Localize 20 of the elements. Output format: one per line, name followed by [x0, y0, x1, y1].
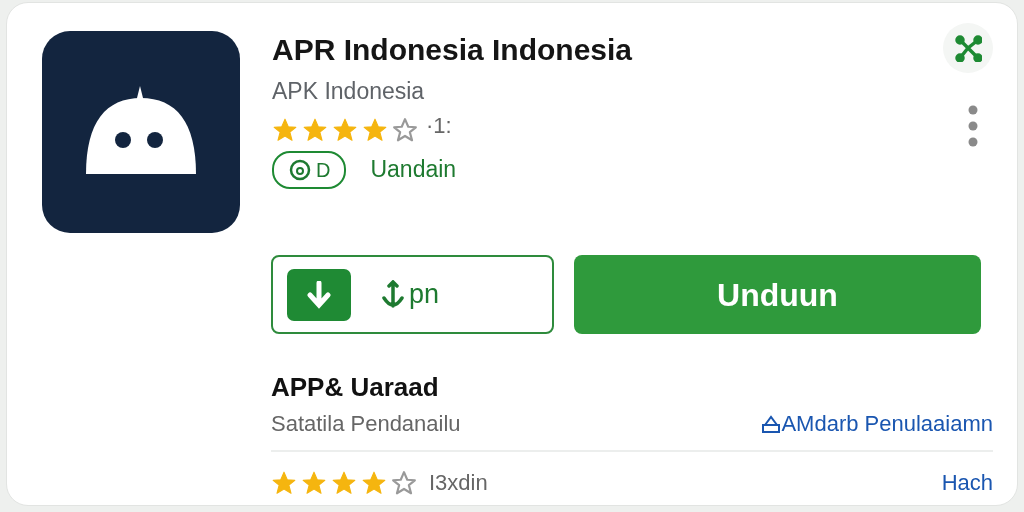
share-icon: [954, 34, 982, 62]
review-link[interactable]: Hach: [941, 466, 993, 499]
developer-name: APK Indonesia: [272, 77, 426, 106]
download-option-button[interactable]: pn: [271, 255, 554, 334]
section-title: APP& Uaraad: [271, 371, 440, 404]
share-button[interactable]: [943, 23, 993, 73]
app-title: APR Indonesia Indonesia: [272, 33, 633, 66]
badge-icon: [288, 157, 312, 182]
anchor-icon: [381, 279, 405, 310]
download-icon: [287, 268, 351, 321]
download-button[interactable]: Unduun: [573, 255, 981, 334]
tray-icon: [761, 413, 782, 434]
rating-text: ·1:: [426, 112, 452, 140]
section-subtitle: Satatila Pendanailu: [271, 410, 461, 438]
more-options-button[interactable]: [967, 105, 979, 147]
badge-text: D: [316, 157, 331, 183]
badge-label: Uandain: [370, 155, 457, 185]
rating-count: I3xdin: [429, 469, 488, 497]
section-link[interactable]: AMdarb Penulaaiamn: [761, 407, 993, 440]
more-icon: [967, 105, 979, 147]
